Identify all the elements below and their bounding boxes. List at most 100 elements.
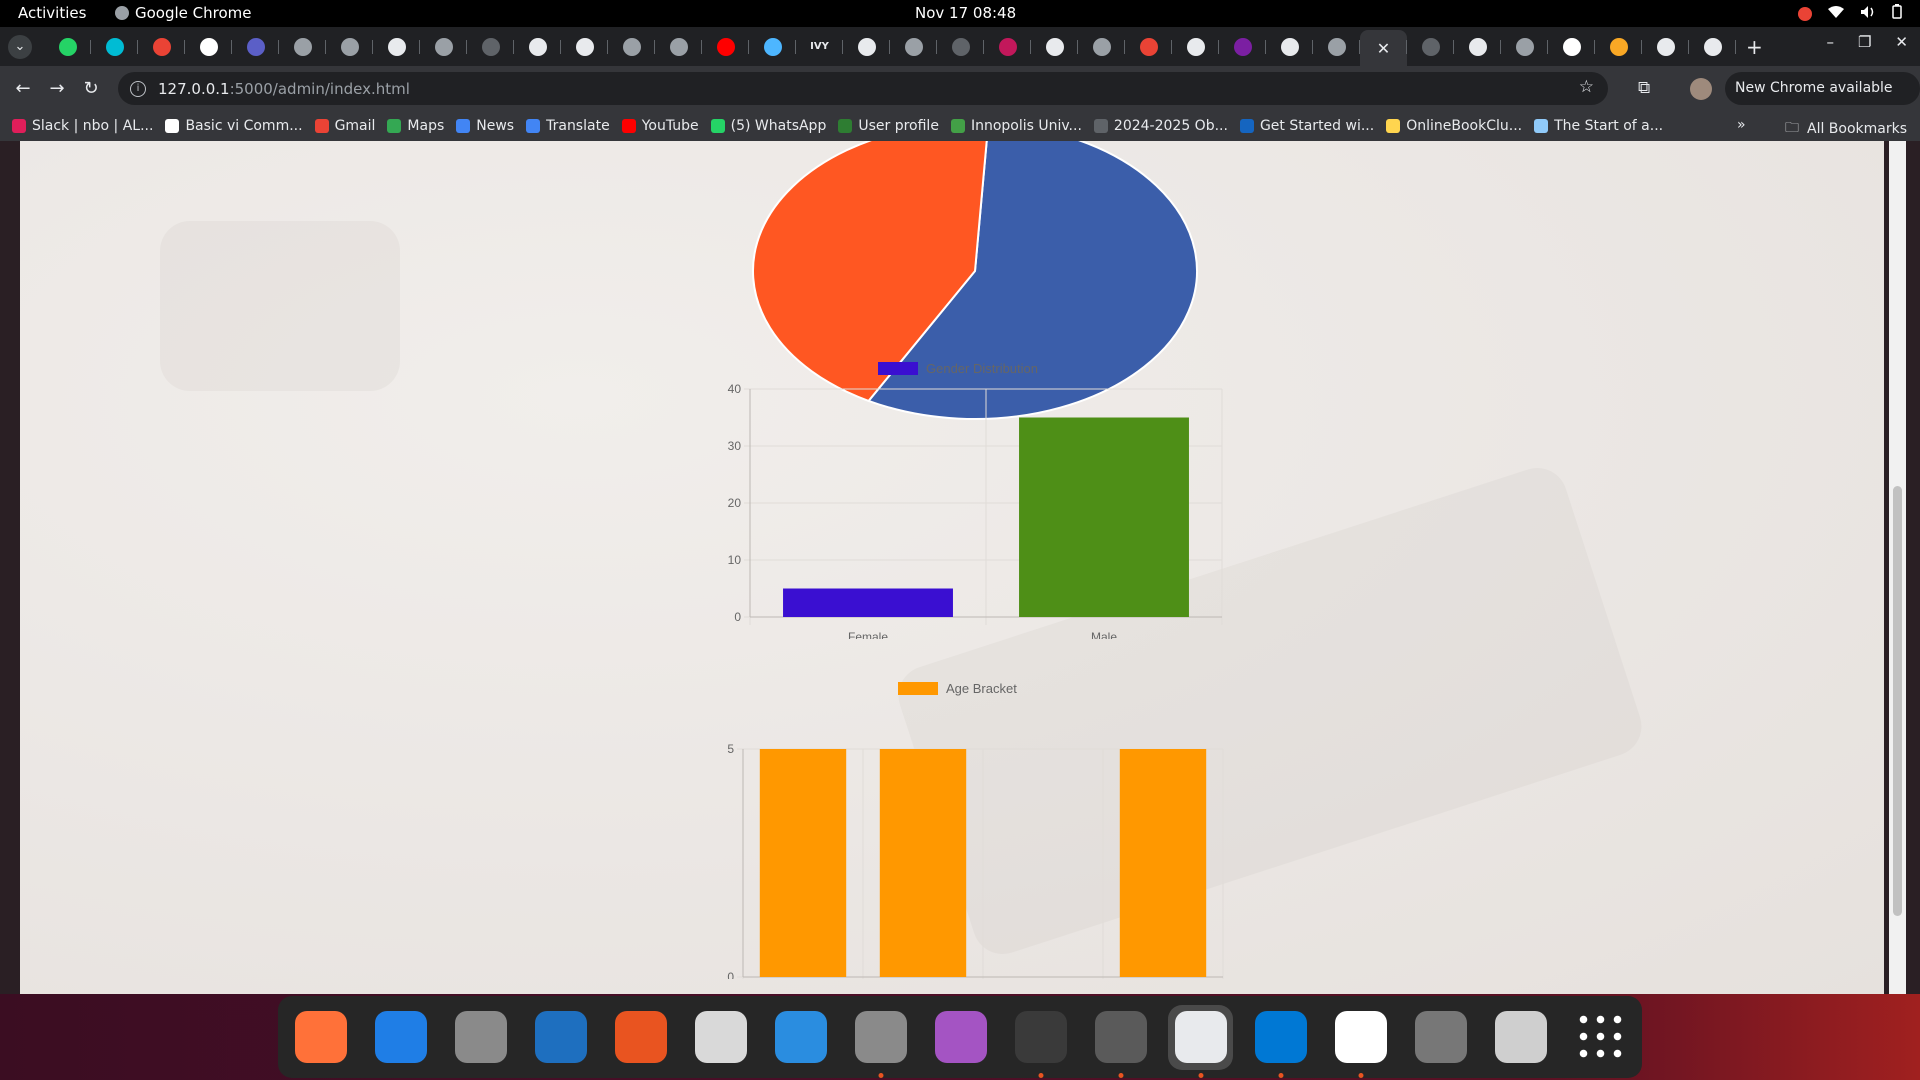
bookmark-star-icon[interactable]: ☆ (1579, 77, 1594, 97)
browser-tab[interactable] (373, 30, 420, 64)
bar[interactable] (879, 749, 967, 977)
maximize-icon[interactable]: ❐ (1858, 33, 1871, 51)
bookmark-item[interactable]: Basic vi Comm... (165, 118, 303, 134)
bookmark-item[interactable]: Translate (526, 118, 610, 134)
browser-tab[interactable] (1031, 30, 1078, 64)
browser-tab[interactable] (1595, 30, 1642, 64)
bar[interactable] (783, 588, 953, 618)
browser-tab[interactable] (655, 30, 702, 64)
chrome-icon[interactable] (1168, 1004, 1233, 1078)
ssd-drive-icon[interactable] (1408, 1005, 1473, 1070)
browser-tab[interactable] (1078, 30, 1125, 64)
updater-icon[interactable] (1088, 1005, 1153, 1078)
mongodb-compass-icon[interactable] (1328, 1005, 1393, 1078)
bookmark-item[interactable]: 2024-2025 Ob... (1093, 118, 1228, 134)
site-info-icon[interactable]: i (130, 80, 146, 97)
bookmark-item[interactable]: User profile (838, 118, 939, 134)
browser-tab[interactable] (1689, 30, 1736, 64)
bookmark-item[interactable]: YouTube (621, 118, 699, 134)
browser-tab[interactable] (984, 30, 1031, 64)
browser-tab[interactable] (749, 30, 796, 64)
scrollbar-thumb[interactable] (1893, 486, 1902, 916)
new-tab-button[interactable]: + (1746, 35, 1763, 59)
terminal-icon[interactable] (1008, 1005, 1073, 1078)
chrome-tray-icon[interactable] (1798, 6, 1812, 21)
writer-icon[interactable] (528, 1005, 593, 1070)
minimize-icon[interactable]: – (1826, 33, 1834, 51)
wifi-icon[interactable] (1828, 5, 1844, 23)
browser-tab[interactable] (1501, 30, 1548, 64)
profile-avatar[interactable] (1690, 78, 1712, 100)
browser-tab[interactable] (138, 30, 185, 64)
gender-legend[interactable]: Gender Distribution (878, 361, 1038, 376)
browser-tab[interactable] (420, 30, 467, 64)
browser-tab[interactable] (91, 30, 138, 64)
browser-tab[interactable] (890, 30, 937, 64)
activities-button[interactable]: Activities (18, 4, 86, 22)
help-icon[interactable] (768, 1005, 833, 1070)
bookmark-item[interactable]: Get Started wi... (1239, 118, 1374, 134)
browser-tab[interactable] (843, 30, 890, 64)
address-bar[interactable]: i 127.0.0.1:5000/admin/index.html ☆ (118, 72, 1608, 105)
back-icon[interactable]: ← (6, 78, 40, 99)
browser-tab[interactable] (608, 30, 655, 64)
all-bookmarks-button[interactable]: 🗀 All Bookmarks (1785, 117, 1907, 141)
bookmark-item[interactable]: News (456, 118, 514, 134)
browser-tab[interactable] (185, 30, 232, 64)
close-window-icon[interactable]: ✕ (1895, 33, 1908, 51)
bar[interactable] (1019, 417, 1189, 618)
firefox-icon[interactable] (288, 1005, 353, 1070)
bookmark-item[interactable]: Maps (387, 118, 444, 134)
browser-tab[interactable] (937, 30, 984, 64)
bookmark-item[interactable]: Innopolis Univ... (950, 118, 1082, 134)
app-menu[interactable]: Google Chrome (115, 4, 252, 22)
browser-tab[interactable] (1219, 30, 1266, 64)
bookmark-item[interactable]: Gmail (314, 118, 375, 134)
browser-tab[interactable] (1313, 30, 1360, 64)
volume-icon[interactable] (1860, 5, 1876, 23)
bar[interactable] (1119, 749, 1207, 977)
browser-tab[interactable] (279, 30, 326, 64)
more-bookmarks-button[interactable]: » (1737, 117, 1746, 133)
browser-tab[interactable] (467, 30, 514, 64)
app-center-icon[interactable] (608, 1005, 673, 1070)
browser-tab[interactable] (1266, 30, 1313, 64)
age-legend[interactable]: Age Bracket (898, 681, 1017, 696)
forward-icon[interactable]: → (40, 78, 74, 99)
tab-search-button[interactable]: ⌄ (8, 34, 32, 59)
browser-tab[interactable] (514, 30, 561, 64)
update-chrome-button[interactable]: New Chrome available ⋮ (1725, 72, 1920, 129)
page-scrollbar[interactable] (1889, 141, 1906, 994)
browser-tab[interactable] (1642, 30, 1689, 64)
settings-icon[interactable] (848, 1005, 913, 1078)
app-grid-icon[interactable] (1568, 1005, 1633, 1070)
files-icon[interactable] (448, 1005, 513, 1070)
browser-tab[interactable] (326, 30, 373, 64)
bookmark-item[interactable]: OnlineBookClu... (1386, 118, 1522, 134)
trash-icon[interactable] (1488, 1005, 1553, 1070)
browser-tab[interactable] (1125, 30, 1172, 64)
browser-tab[interactable]: ✕ (1360, 30, 1407, 66)
browser-tab[interactable] (702, 30, 749, 64)
bookmark-item[interactable]: (5) WhatsApp (710, 118, 826, 134)
thunderbird-icon[interactable] (368, 1005, 433, 1070)
bookmark-item[interactable]: Slack | nbo | AL... (12, 118, 153, 134)
vscode-icon[interactable] (1248, 1005, 1313, 1078)
reload-icon[interactable]: ↻ (74, 78, 108, 99)
browser-tab[interactable] (1407, 30, 1454, 64)
browser-tab[interactable] (561, 30, 608, 64)
system-tray[interactable] (1798, 4, 1902, 23)
battery-icon[interactable] (1892, 4, 1902, 23)
videos-icon[interactable] (928, 1005, 993, 1070)
browser-tab[interactable] (232, 30, 279, 64)
browser-tab[interactable] (44, 30, 91, 64)
browser-tab[interactable]: IVY (796, 30, 843, 64)
browser-tab[interactable] (1454, 30, 1501, 64)
bar[interactable] (759, 749, 847, 977)
browser-tab[interactable] (1172, 30, 1219, 64)
extensions-icon[interactable]: ⧉ (1638, 78, 1650, 98)
bookmark-item[interactable]: The Start of a... (1534, 118, 1663, 134)
document-viewer-icon[interactable] (688, 1005, 753, 1070)
browser-tab[interactable] (1548, 30, 1595, 64)
clock[interactable]: Nov 17 08:48 (915, 4, 1016, 22)
